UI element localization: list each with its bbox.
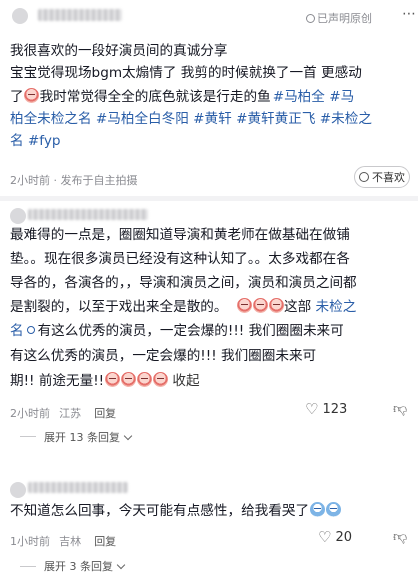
emoji-cry [104,372,120,387]
comment-line-7: 期!! 前途无量!! 收起 [10,372,200,389]
comment-avatar[interactable] [10,482,26,498]
emoji-cry [252,298,268,313]
comment-line-1: 最难得的一点是，圈圈知道导演和黄老师在做基础在做铺 [10,227,350,243]
blurred-username [38,9,122,21]
expand-replies-button[interactable]: 展开 3 条回复 [44,558,126,574]
emoji-cry [136,372,152,387]
expand-divider [20,436,36,437]
user-icon [306,14,315,23]
emoji-cry [236,298,252,313]
comment-line-4-tail: 这部 未检之 [236,296,356,318]
hashtag-link[interactable]: #fyp [28,133,61,149]
chevron-down-icon [123,431,133,441]
hashtag-link[interactable]: 名 [10,133,24,149]
comment-line-6: 有这么优秀的演员，一定会爆的!!! 我们圈圈未来可 [10,348,317,364]
emoji-cry [24,88,40,103]
collapse-link[interactable]: 收起 [172,373,199,389]
post-line-5: 名 #fyp [10,130,61,152]
post-line-4: 柏全未检之名 #马柏全白冬阳 #黄轩 #黄轩黄正飞 #未检之 [10,108,372,130]
comment-like[interactable]: ♡ 123 [305,400,347,418]
emoji-cry [309,502,325,517]
post-line-3: 了我时常觉得全全的底色就该是行走的鱼 #马柏全 #马 [10,88,355,105]
hashtag-link[interactable]: 柏全未检之名 [10,111,92,127]
expand-divider [20,566,36,567]
hashtag-link[interactable]: #黄轩 [193,111,232,127]
emoji-cry [325,502,341,517]
dislike-icon [359,172,369,182]
heart-icon: ♡ [318,528,332,546]
topic-link[interactable]: 名 [10,323,24,339]
comment-meta: 1小时前 吉林 回复 [10,535,117,548]
search-icon[interactable] [26,326,35,334]
section-divider [0,196,418,201]
comment-line-3: 导各的，各演各的，，导演和演员之间，演员和演员之间都 [10,275,357,291]
hashtag-link[interactable]: #马 [329,89,354,105]
reply-button[interactable]: 回复 [94,407,116,420]
hashtag-link[interactable]: #马柏全 [273,89,325,105]
post-line-1: 我很喜欢的一段好演员间的真诚分享 [10,43,228,59]
more-icon[interactable]: ⋯ [402,6,416,22]
emoji-cry [268,298,284,313]
hashtag-link[interactable]: #黄轩黄正飞 [236,111,315,127]
blurred-username [28,482,128,493]
post-meta: 2小时前 · 发布于自主拍摄 [10,174,138,187]
comment-line-5-head: 名有这么优秀的演员，一定会爆的!!! 我们圈圈未来可 [10,320,344,342]
comment-line-2: 垫。。现在很多演员已经没有这种认知了。。太多戏都在各 [10,251,350,267]
original-tag: 已声明原创 [306,10,372,26]
hashtag-link[interactable]: #未检之 [320,111,372,127]
expand-replies-button[interactable]: 展开 13 条回复 [44,429,133,445]
emoji-cry [152,372,168,387]
topic-link[interactable]: 未检之 [316,299,357,315]
post-header: 已声明原创 ⋯ [0,0,418,36]
emoji-cry [120,372,136,387]
comment-meta: 2小时前 江苏 回复 [10,407,117,420]
dislike-button[interactable]: 不喜欢 [354,166,410,188]
heart-icon: ♡ [305,400,319,418]
comment-line-4: 是割裂的，以至于戏出来全是散的。 [10,299,228,315]
avatar[interactable] [12,8,28,24]
blurred-username [28,209,148,220]
comment-line-1: 不知道怎么回事，今天可能有点感性，给我看哭了 [10,500,341,522]
thumbs-down-icon[interactable]: 👎︎ [393,400,407,417]
hashtag-link[interactable]: #马柏全白冬阳 [96,111,189,127]
chevron-down-icon [116,560,126,570]
comment-avatar[interactable] [10,208,26,224]
thumbs-down-icon[interactable]: 👎︎ [393,528,407,545]
post-line-2: 宝宝觉得现场bgm太煽情了 我剪的时候就换了一首 更感动 [10,65,362,81]
reply-button[interactable]: 回复 [94,535,116,548]
comment-like[interactable]: ♡ 20 [318,528,352,546]
